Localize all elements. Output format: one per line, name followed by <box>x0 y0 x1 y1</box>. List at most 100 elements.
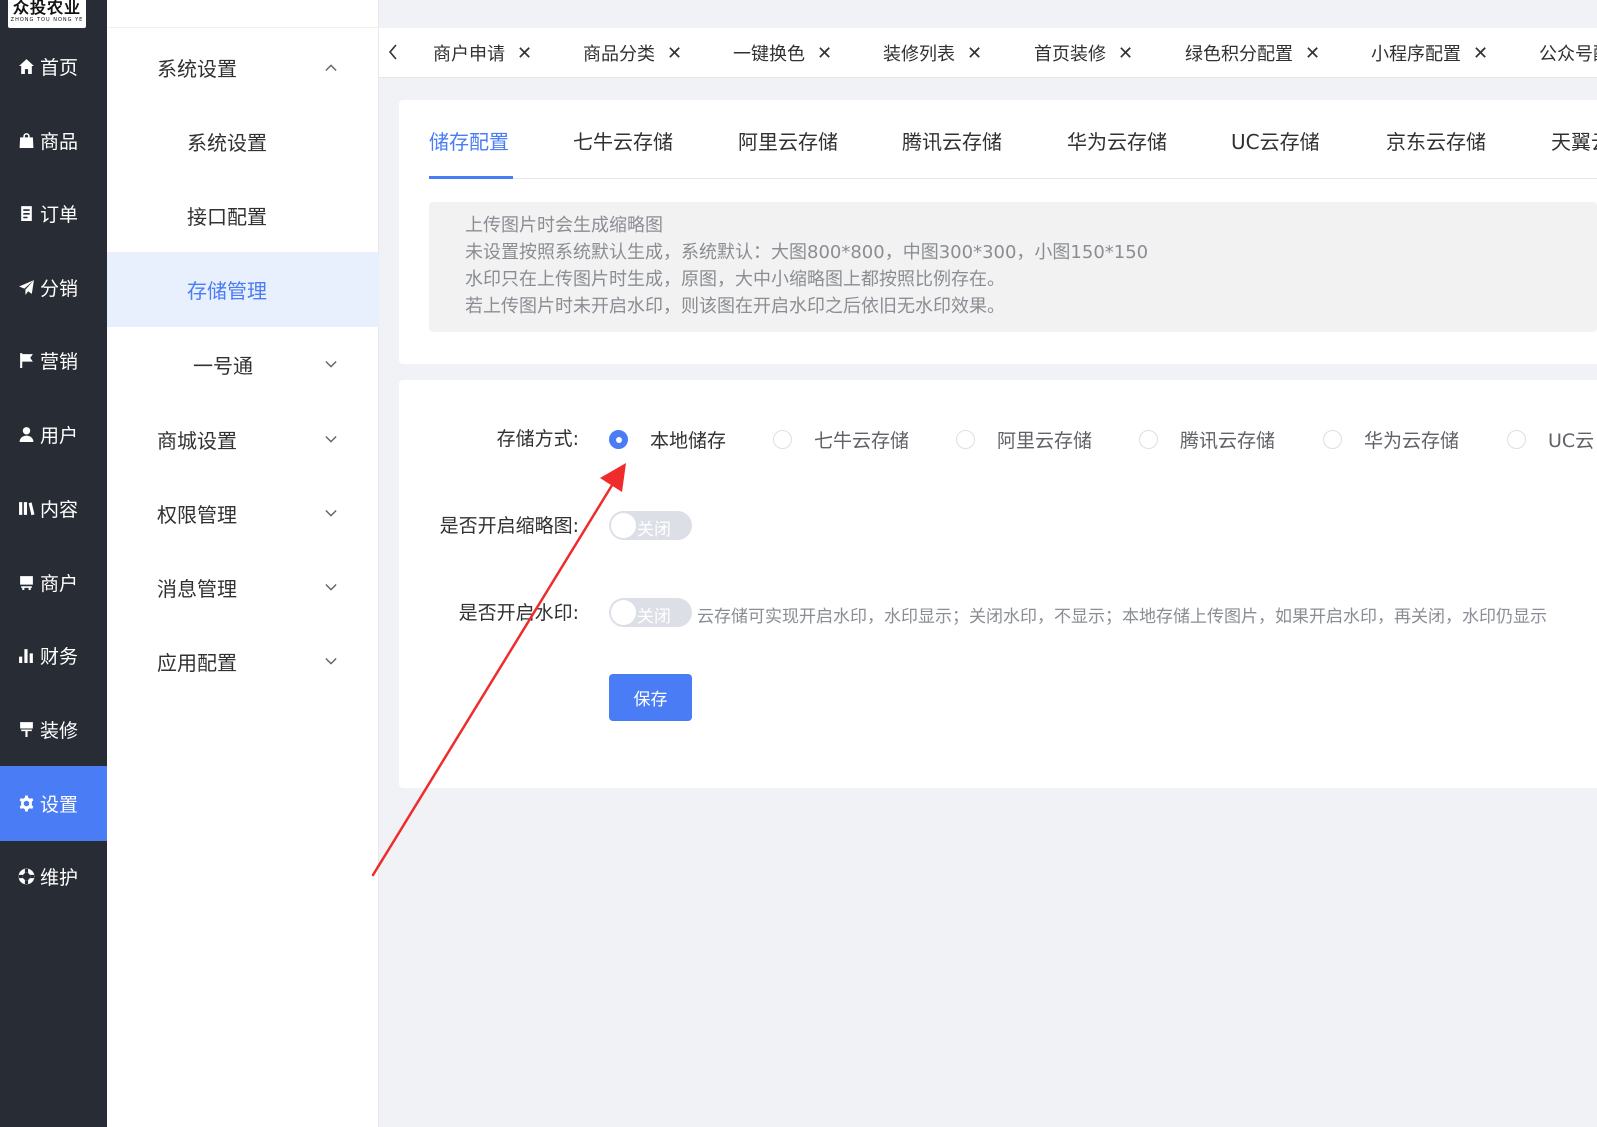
nav-label-products: 商品 <box>40 131 79 153</box>
paint-roller-icon <box>16 720 36 740</box>
nav-item-maintenance[interactable]: 维护 <box>0 839 107 914</box>
nav-item-settings[interactable]: 设置 <box>0 766 107 841</box>
radio-huawei-storage[interactable]: 华为云存储 <box>1323 426 1459 453</box>
storage-method-label: 存储方式: <box>496 428 579 450</box>
tab-jd-storage[interactable]: 京东云存储 <box>1386 126 1486 172</box>
nav-item-merchant[interactable]: 商户 <box>0 545 107 620</box>
submenu-label: 权限管理 <box>157 503 237 527</box>
nav-label-orders: 订单 <box>40 204 79 226</box>
nav-label-settings: 设置 <box>40 794 79 816</box>
radio-dot <box>773 430 792 449</box>
radio-dot <box>609 430 628 449</box>
page-tab[interactable]: 商品分类 ✕ <box>583 28 682 77</box>
submenu-item-storage-management[interactable]: 存储管理 <box>107 252 379 327</box>
radio-dot <box>956 430 975 449</box>
shopping-bag-icon <box>16 131 36 151</box>
tabs-divider <box>429 178 1597 179</box>
active-tab-indicator <box>429 176 513 179</box>
bar-chart-icon <box>16 646 36 666</box>
gear-icon <box>16 794 36 814</box>
submenu-header <box>107 0 379 28</box>
close-icon[interactable]: ✕ <box>1473 43 1488 64</box>
nav-label-marketing: 营销 <box>40 351 79 373</box>
chevron-left-icon[interactable] <box>385 42 401 62</box>
submenu-label: 接口配置 <box>187 205 267 229</box>
submenu-group-mall-settings[interactable]: 商城设置 <box>107 402 379 477</box>
page-tab[interactable]: 首页装修 ✕ <box>1034 28 1133 77</box>
page-tab[interactable]: 一键换色 ✕ <box>733 28 832 77</box>
page-tab[interactable]: 装修列表 ✕ <box>883 28 982 77</box>
radio-label: 华为云存储 <box>1364 430 1460 452</box>
tab-aliyun-storage[interactable]: 阿里云存储 <box>738 126 838 172</box>
home-icon <box>16 57 36 77</box>
submenu-group-app-config[interactable]: 应用配置 <box>107 624 379 699</box>
page-tab-label: 公众号配 <box>1539 44 1597 65</box>
toggle-knob <box>611 600 636 625</box>
nav-item-users[interactable]: 用户 <box>0 397 107 472</box>
page-tab[interactable]: 公众号配 <box>1539 28 1597 77</box>
tab-huawei-storage[interactable]: 华为云存储 <box>1067 126 1167 172</box>
nav-label-finance: 财务 <box>40 646 79 668</box>
submenu-label: 应用配置 <box>157 651 237 675</box>
close-icon[interactable]: ✕ <box>1305 43 1320 64</box>
page-tab[interactable]: 小程序配置 ✕ <box>1371 28 1488 77</box>
submenu-label: 系统设置 <box>187 131 267 155</box>
submenu-group-permissions[interactable]: 权限管理 <box>107 476 379 551</box>
radio-dot <box>1323 430 1342 449</box>
nav-label-content: 内容 <box>40 499 79 521</box>
page-tab[interactable]: 绿色积分配置 ✕ <box>1185 28 1320 77</box>
nav-label-maintenance: 维护 <box>40 867 79 889</box>
submenu-item-system-settings[interactable]: 系统设置 <box>107 104 379 179</box>
page-tabs-bar: 商户申请 ✕ 商品分类 ✕ 一键换色 ✕ 装修列表 ✕ 首页装修 ✕ 绿色积分配置 ✕ 小程… <box>379 28 1597 78</box>
chevron-down-icon <box>325 582 337 594</box>
radio-local-storage[interactable]: 本地储存 <box>609 426 726 453</box>
radio-dot <box>1507 430 1526 449</box>
nav-item-orders[interactable]: 订单 <box>0 176 107 251</box>
tab-tianyi-storage[interactable]: 天翼云 <box>1551 126 1597 172</box>
thumbnail-toggle[interactable]: 关闭 <box>609 511 692 540</box>
radio-uc-storage[interactable]: UC云 <box>1507 426 1594 453</box>
radio-dot <box>1139 430 1158 449</box>
brand-logo[interactable]: 众投农业 ZHONG TOU NONG YE <box>8 0 86 28</box>
nav-item-marketing[interactable]: 营销 <box>0 323 107 398</box>
close-icon[interactable]: ✕ <box>967 43 982 64</box>
thumbnail-label: 是否开启缩略图: <box>439 515 579 537</box>
radio-qiniu-storage[interactable]: 七牛云存储 <box>773 426 909 453</box>
nav-item-home[interactable]: 首页 <box>0 29 107 104</box>
save-button[interactable]: 保存 <box>609 674 692 721</box>
radio-label: UC云 <box>1548 430 1595 452</box>
page-tab[interactable]: 商户申请 ✕ <box>433 28 532 77</box>
tab-qiniu-storage[interactable]: 七牛云存储 <box>573 126 673 172</box>
tab-storage-config[interactable]: 储存配置 <box>429 126 509 172</box>
submenu-group-system-settings[interactable]: 系统设置 <box>107 30 379 105</box>
chevron-down-icon <box>325 656 337 668</box>
toggle-knob <box>611 513 636 538</box>
tab-tencent-storage[interactable]: 腾讯云存储 <box>902 126 1002 172</box>
logo-subtext: ZHONG TOU NONG YE <box>10 17 84 23</box>
notice-line: 若上传图片时未开启水印，则该图在开启水印之后依旧无水印效果。 <box>465 296 1005 317</box>
nav-item-decoration[interactable]: 装修 <box>0 692 107 767</box>
watermark-toggle[interactable]: 关闭 <box>609 598 692 627</box>
page-tab-label: 首页装修 <box>1034 44 1106 65</box>
nav-item-products[interactable]: 商品 <box>0 103 107 178</box>
close-icon[interactable]: ✕ <box>517 43 532 64</box>
chevron-up-icon <box>325 62 337 74</box>
close-icon[interactable]: ✕ <box>667 43 682 64</box>
toggle-text: 关闭 <box>637 607 671 627</box>
nav-item-content[interactable]: 内容 <box>0 471 107 546</box>
page-tab-label: 一键换色 <box>733 44 805 65</box>
submenu-group-one-account[interactable]: 一号通 <box>107 327 379 402</box>
submenu-group-messages[interactable]: 消息管理 <box>107 550 379 625</box>
submenu-item-interface-config[interactable]: 接口配置 <box>107 178 379 253</box>
nav-item-finance[interactable]: 财务 <box>0 618 107 693</box>
submenu-label: 一号通 <box>193 354 253 378</box>
order-icon <box>16 204 36 224</box>
close-icon[interactable]: ✕ <box>1118 43 1133 64</box>
tab-uc-storage[interactable]: UC云存储 <box>1231 126 1320 172</box>
radio-tencent-storage[interactable]: 腾讯云存储 <box>1139 426 1275 453</box>
nav-item-distribution[interactable]: 分销 <box>0 250 107 325</box>
close-icon[interactable]: ✕ <box>817 43 832 64</box>
radio-aliyun-storage[interactable]: 阿里云存储 <box>956 426 1092 453</box>
chevron-down-icon <box>325 434 337 446</box>
submenu-label: 系统设置 <box>157 57 237 81</box>
